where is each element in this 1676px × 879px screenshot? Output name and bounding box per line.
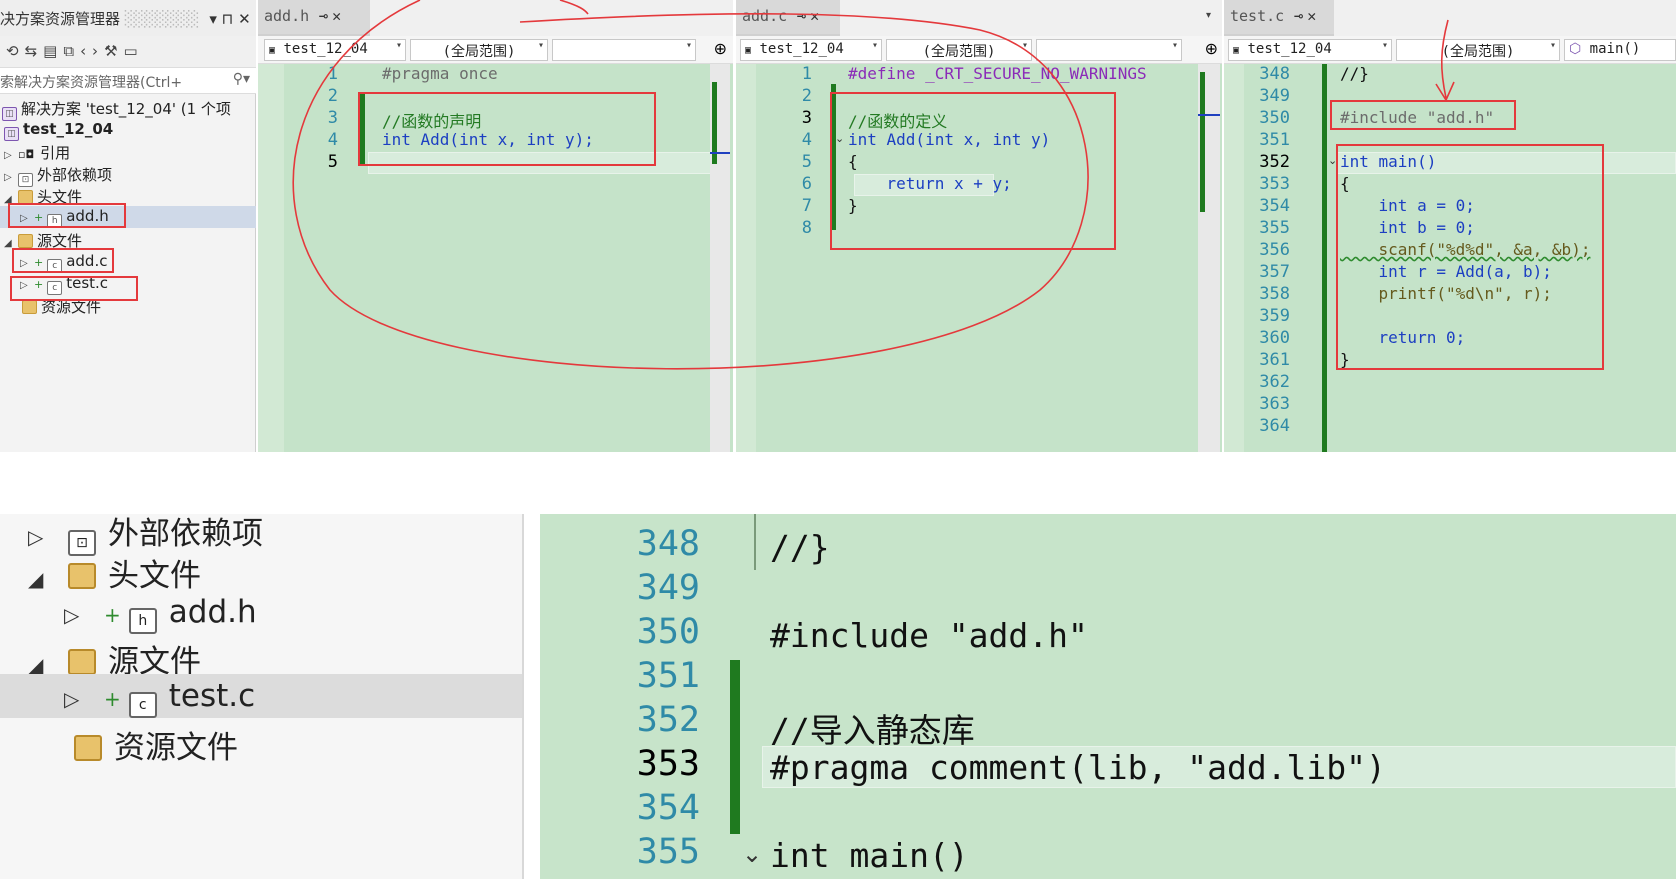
header-file-icon: h — [128, 608, 157, 634]
change-marker — [730, 660, 740, 834]
collapse-tree-icon[interactable]: ◢ — [28, 567, 68, 591]
hand-drawn-annotations — [292, 0, 1455, 370]
tree-item-add-h[interactable]: ▷ + h add.h — [64, 594, 257, 634]
line-number: 355 — [636, 832, 700, 872]
line-number: 352 — [636, 700, 700, 740]
plus-icon: + — [104, 603, 121, 627]
zoomed-code-editor[interactable]: 348 349 350 351 352 353 354 355 //} #inc… — [540, 514, 1676, 879]
line-number: 348 — [636, 524, 700, 564]
expand-icon[interactable]: ▷ — [64, 603, 104, 627]
annotation-arrow — [1435, 19, 1455, 102]
c-file-icon: c — [128, 692, 157, 718]
line-number: 351 — [636, 656, 700, 696]
scope-guide — [754, 514, 756, 570]
code-line: int main() — [770, 836, 969, 875]
zoomed-solution-explorer: ▷ ⊡ 外部依赖项 ◢ 头文件 ▷ + h add.h ◢ 源文件 ▷ + c test.c 资源文… — [0, 514, 524, 879]
annotation-circle — [292, 0, 1089, 370]
expand-icon[interactable]: ▷ — [28, 525, 68, 549]
line-number: 350 — [636, 612, 700, 652]
code-line: //} — [770, 528, 830, 567]
zoomed-view: ▷ ⊡ 外部依赖项 ◢ 头文件 ▷ + h add.h ◢ 源文件 ▷ + c test.c 资源文… — [0, 514, 1676, 879]
line-number: 354 — [636, 788, 700, 828]
tree-item-test-c[interactable]: ▷ + c test.c — [64, 678, 255, 718]
folder-icon — [68, 563, 96, 589]
collapse-chevron-icon[interactable]: ⌄ — [742, 840, 762, 868]
code-line: //导入静态库 — [770, 711, 975, 750]
plus-icon: + — [104, 687, 121, 711]
line-number-current: 353 — [636, 744, 700, 784]
folder-icon — [68, 649, 96, 675]
tree-item-external-deps[interactable]: ▷ ⊡ 外部依赖项 — [28, 508, 263, 556]
code-line: #include "add.h" — [770, 616, 1088, 655]
line-number: 349 — [636, 568, 700, 608]
folder-icon — [74, 735, 102, 761]
annotation-stroke — [559, 0, 589, 15]
tree-item-header-files[interactable]: ◢ 头文件 — [28, 550, 201, 595]
tree-item-resource-files[interactable]: 资源文件 — [74, 722, 238, 767]
code-line: #pragma comment(lib, "add.lib") — [770, 748, 1386, 787]
expand-icon[interactable]: ▷ — [64, 687, 104, 711]
